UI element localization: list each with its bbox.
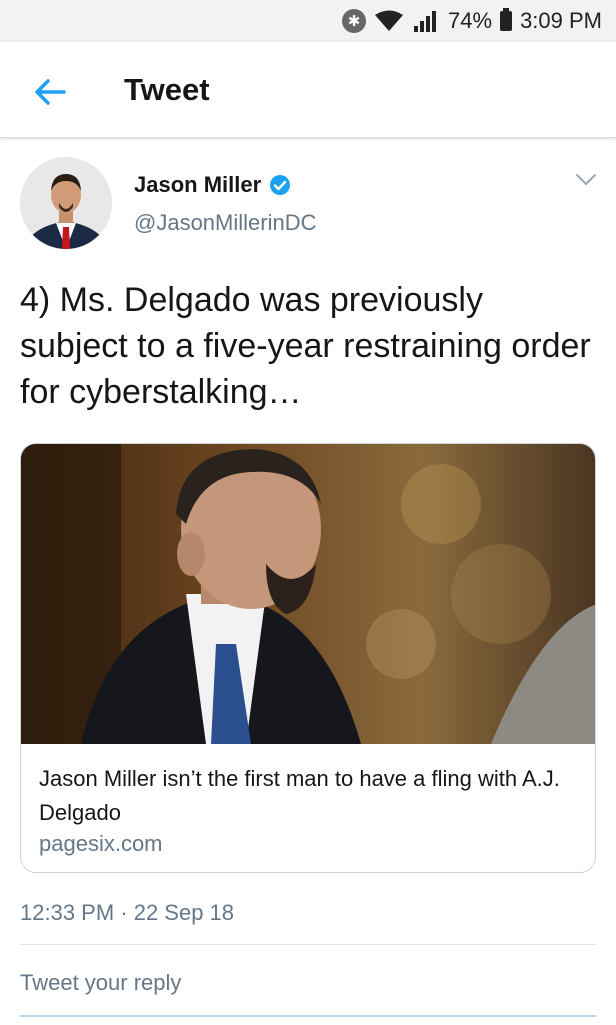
card-domain: pagesix.com	[39, 831, 163, 856]
page-title: Tweet	[124, 72, 210, 107]
bluetooth-icon: ✱	[342, 9, 367, 33]
chevron-down-icon[interactable]	[575, 173, 597, 187]
signal-icon	[414, 11, 437, 32]
avatar[interactable]	[20, 157, 112, 249]
battery-icon	[500, 8, 513, 31]
status-bar: ✱ 74% 3:09 PM	[0, 0, 616, 42]
status-icons: ✱ 74% 3:09 PM	[342, 0, 602, 42]
link-card[interactable]: Jason Miller isn’t the first man to have…	[20, 443, 596, 873]
reply-input[interactable]: Tweet your reply	[20, 970, 596, 996]
battery-percent: 74%	[448, 8, 493, 33]
wifi-icon	[375, 10, 404, 31]
card-image[interactable]	[21, 444, 596, 744]
verified-badge-icon	[270, 175, 291, 195]
author-row: Jason Miller	[134, 172, 291, 198]
arrow-left-icon[interactable]	[30, 72, 70, 112]
tweet-timestamp: 12:33 PM · 22 Sep 18	[20, 900, 235, 925]
app-header: Tweet	[0, 42, 616, 138]
reply-underline	[20, 1015, 596, 1017]
divider	[20, 944, 596, 945]
tweet-text: 4) Ms. Delgado was previously subject to…	[20, 281, 591, 411]
author-name[interactable]: Jason Miller	[134, 172, 261, 198]
status-time: 3:09 PM	[520, 8, 602, 33]
card-title: Jason Miller isn’t the first man to have…	[39, 766, 560, 825]
author-handle[interactable]: @JasonMillerinDC	[134, 210, 317, 236]
